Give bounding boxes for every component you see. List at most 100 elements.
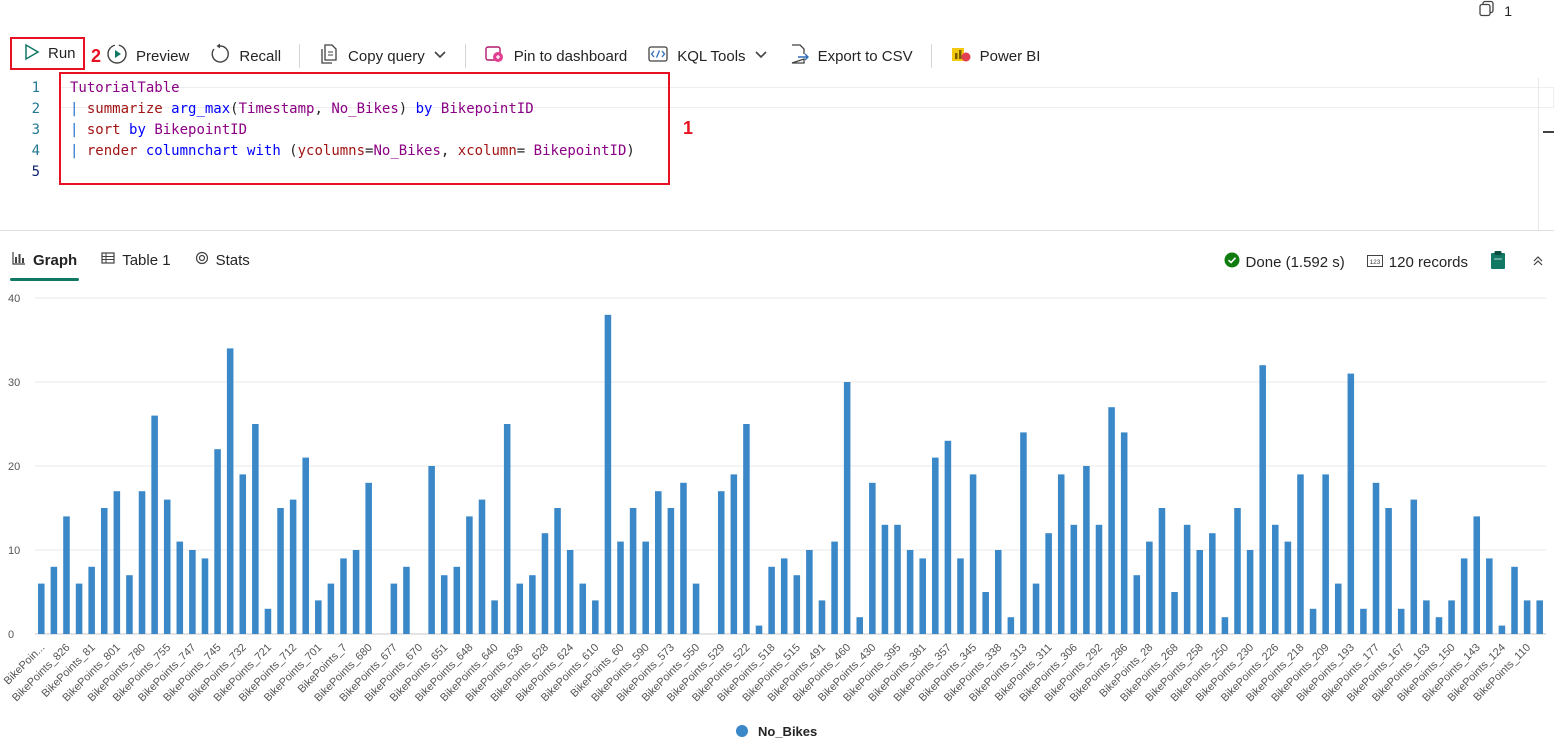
bar <box>428 466 435 634</box>
bar <box>994 550 1002 634</box>
bar <box>1322 474 1329 634</box>
bar <box>491 600 498 634</box>
bar <box>214 449 221 634</box>
bar <box>1536 600 1543 634</box>
bar <box>1158 508 1166 634</box>
copies-indicator[interactable]: 1 <box>1478 0 1512 21</box>
bar <box>1095 524 1103 634</box>
bar <box>755 625 763 634</box>
bar <box>1423 600 1430 634</box>
bar <box>1108 407 1115 634</box>
tab-graph[interactable]: Graph <box>0 240 89 281</box>
copy-query-button[interactable]: Copy query <box>308 39 457 73</box>
bar <box>1133 575 1141 634</box>
bar <box>894 524 901 634</box>
bar <box>1372 482 1380 634</box>
y-tick-label: 10 <box>8 545 20 557</box>
copies-count: 1 <box>1504 2 1512 19</box>
bar <box>906 550 914 634</box>
bar <box>1221 617 1229 634</box>
power-bi-icon <box>950 43 972 69</box>
recall-label: Recall <box>239 47 282 65</box>
bar <box>717 491 725 634</box>
bar <box>1020 432 1027 634</box>
bar <box>1284 541 1292 634</box>
bar <box>1486 558 1493 634</box>
bar <box>566 550 574 634</box>
recall-button[interactable]: Recall <box>199 39 291 73</box>
records-text: 120 records <box>1388 253 1468 271</box>
kql-tools-label: KQL Tools <box>677 47 746 65</box>
bar <box>579 583 587 634</box>
column-chart: 0 10 20 30 40 BikePoin... BikePoints_826 BikePo… <box>0 282 1554 745</box>
bar <box>1007 617 1015 634</box>
bar <box>1473 516 1481 634</box>
bar <box>1498 625 1506 634</box>
bar <box>655 491 662 634</box>
bar <box>466 516 473 634</box>
kql-tools-icon <box>647 43 669 69</box>
bar <box>63 516 70 634</box>
y-tick-label: 20 <box>8 461 20 473</box>
tab-stats[interactable]: Stats <box>183 240 262 280</box>
line-number: 1 <box>31 80 40 96</box>
copy-query-label: Copy query <box>348 47 425 65</box>
export-label: Export to CSV <box>817 47 913 65</box>
bar <box>1209 533 1216 634</box>
bar <box>1297 474 1304 634</box>
editor-scrollbar[interactable] <box>1538 78 1554 230</box>
pin-to-dashboard-button[interactable]: Pin to dashboard <box>474 39 637 73</box>
kql-tools-button[interactable]: KQL Tools <box>637 39 777 73</box>
chart-canvas: 010203040BikePoin...BikePoints_826BikePo… <box>2 293 1546 739</box>
bar <box>1234 508 1241 634</box>
line-number: 5 <box>31 164 40 180</box>
run-label: Run <box>48 45 76 62</box>
bar <box>1146 541 1153 634</box>
chevron-down-icon <box>754 47 768 65</box>
bar <box>289 499 297 634</box>
preview-icon <box>106 43 128 69</box>
bar <box>440 575 448 634</box>
y-tick-label: 40 <box>8 293 20 305</box>
bar <box>126 575 133 634</box>
power-bi-button[interactable]: Power BI <box>940 39 1051 73</box>
tab-table[interactable]: Table 1 <box>89 240 182 280</box>
export-csv-button[interactable]: Export to CSV <box>778 39 923 73</box>
legend-label: No_Bikes <box>758 724 817 739</box>
check-circle-icon <box>1224 252 1240 272</box>
line-number: 2 <box>31 101 40 117</box>
preview-button[interactable]: Preview <box>96 39 199 73</box>
bar <box>138 491 146 634</box>
bar <box>957 558 964 634</box>
bar <box>189 550 196 634</box>
bar <box>1259 365 1266 634</box>
bar <box>176 541 184 634</box>
bar <box>617 541 624 634</box>
status-text: Done (1.592 s) <box>1245 253 1345 271</box>
bar <box>780 558 788 634</box>
run-button[interactable]: Run <box>10 37 85 70</box>
bar <box>403 566 410 634</box>
bar <box>88 566 95 634</box>
result-tabs: Graph Table 1 Stats <box>0 240 262 281</box>
table-icon <box>101 251 115 269</box>
clipboard-icon[interactable] <box>1490 250 1506 274</box>
bar <box>1183 524 1191 634</box>
step-marker-query: 1 <box>683 118 694 138</box>
bar <box>1397 608 1405 634</box>
top-bar: 1 <box>0 0 1554 34</box>
bar <box>592 600 599 634</box>
number-icon: 123 <box>1366 254 1383 271</box>
bar <box>818 600 826 634</box>
bar <box>239 474 247 634</box>
pane-divider[interactable] <box>0 230 1554 231</box>
bar <box>1272 524 1279 634</box>
bar <box>529 575 536 634</box>
bar <box>667 508 675 634</box>
preview-label: Preview <box>136 47 190 65</box>
bar <box>1070 524 1078 634</box>
bar <box>38 583 45 634</box>
bar <box>969 474 977 634</box>
collapse-up-icon[interactable] <box>1532 254 1544 271</box>
bar <box>1120 432 1128 634</box>
